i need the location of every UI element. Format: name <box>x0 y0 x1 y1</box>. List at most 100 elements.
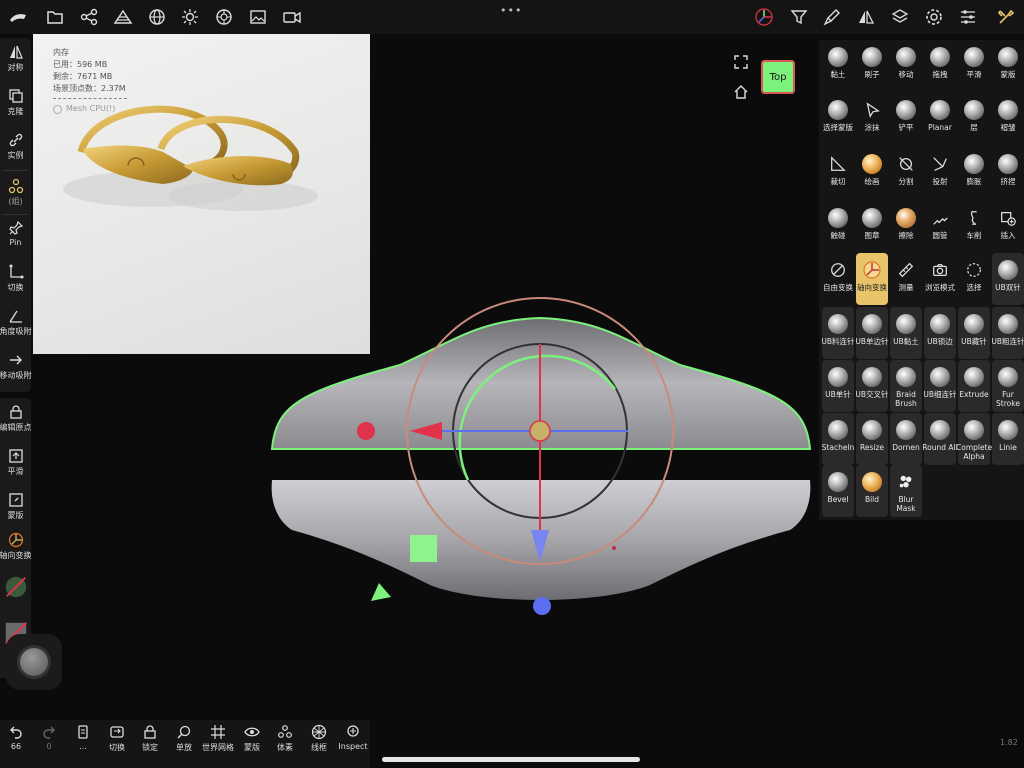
home-view-icon[interactable] <box>733 84 749 100</box>
brush-row6-4[interactable]: UB藏针 <box>958 307 990 359</box>
brush-row5-4[interactable]: 选择 <box>958 253 990 305</box>
brush-row1-3[interactable]: 拖拽 <box>924 40 956 92</box>
angle-snap-tool[interactable]: 角度吸附 <box>0 308 32 337</box>
brush-row8-4[interactable]: Complete Alpha <box>956 413 992 465</box>
gizmo-scale-handle[interactable] <box>371 583 391 601</box>
brush-row5-3[interactable]: 浏览模式 <box>924 253 956 305</box>
brush-row2-0[interactable]: 选择蒙版 <box>822 93 854 145</box>
eye-icon <box>244 727 260 737</box>
inspect-button[interactable]: Inspect <box>337 724 369 751</box>
joystick[interactable] <box>6 634 62 690</box>
clone-tool[interactable]: 克隆 <box>0 88 31 117</box>
home-indicator[interactable] <box>382 757 640 762</box>
brush-row9-2[interactable]: Blur Mask <box>890 465 922 517</box>
brush-row3-2[interactable]: 分割 <box>890 147 922 199</box>
mask-tool[interactable]: 蒙版 <box>0 492 31 521</box>
brush-row4-0[interactable]: 触碰 <box>822 201 854 253</box>
brush-row5-5[interactable]: UB双针 <box>992 253 1024 305</box>
brush-sphere-icon <box>862 208 882 228</box>
brush-row7-0[interactable]: UB单针 <box>822 360 854 412</box>
brush-row6-3[interactable]: UB锁边 <box>924 307 956 359</box>
move-snap-tool[interactable]: 移动吸附 <box>0 352 32 381</box>
gizmo-center[interactable] <box>529 420 551 442</box>
gizmo-handle-red[interactable] <box>357 422 375 440</box>
brush-row4-1[interactable]: 图章 <box>856 201 888 253</box>
brush-row2-4[interactable]: 层 <box>958 93 990 145</box>
switch-button[interactable]: 切换 <box>101 724 133 753</box>
brush-row9-1[interactable]: Bild <box>856 465 888 517</box>
brush-row4-2[interactable]: 擦除 <box>890 201 922 253</box>
brush-row6-2[interactable]: UB黏土 <box>890 307 922 359</box>
brush-sphere-icon <box>998 314 1018 334</box>
brush-row3-3[interactable]: 投射 <box>924 147 956 199</box>
brush-row8-2[interactable]: Dornen <box>890 413 922 465</box>
instance-tool[interactable]: 实例 <box>0 132 31 161</box>
brush-row2-3[interactable]: Planar <box>924 93 956 145</box>
brush-row7-2[interactable]: Braid Brush <box>890 360 922 412</box>
brush-row5-2[interactable]: 测量 <box>890 253 922 305</box>
scene-menu-button[interactable]: ... <box>67 724 99 751</box>
brush-row8-3[interactable]: Round All <box>922 413 958 465</box>
bottom-toolbar: 66 0 ... 切换 锁定 单放 世界网格 蒙版 体素 线框 Inspect <box>0 720 370 768</box>
group-tool[interactable]: (组) <box>0 178 31 207</box>
brush-row4-5[interactable]: 插入 <box>992 201 1024 253</box>
brush-row3-5[interactable]: 挤捏 <box>992 147 1024 199</box>
brush-row3-1[interactable]: 绘画 <box>856 147 888 199</box>
brush-row2-1[interactable]: 涂抹 <box>856 93 888 145</box>
brush-row8-0[interactable]: Stacheln <box>822 413 854 465</box>
brush-row1-0[interactable]: 黏土 <box>822 40 854 92</box>
brush-row1-1[interactable]: 刷子 <box>856 40 888 92</box>
brush-row6-0[interactable]: UB料连针 <box>821 307 855 359</box>
brush-sphere-icon <box>964 100 984 120</box>
brush-sphere-icon <box>828 47 848 67</box>
brush-row6-1[interactable]: UB单边针 <box>855 307 889 359</box>
gizmo-plane-handle[interactable] <box>410 535 437 562</box>
world-grid-button[interactable]: 世界网格 <box>202 724 234 753</box>
brush-row3-0[interactable]: 裁切 <box>822 147 854 199</box>
brush-row9-0[interactable]: Bevel <box>822 465 854 517</box>
brush-row7-4[interactable]: Extrude <box>958 360 990 412</box>
instance-tool-label: 实例 <box>7 151 24 160</box>
wireframe-button[interactable]: 线框 <box>303 724 335 753</box>
color-swatch-primary[interactable] <box>0 574 31 600</box>
brush-row3-4[interactable]: 膨胀 <box>958 147 990 199</box>
brush-row1-5[interactable]: 蒙版 <box>992 40 1024 92</box>
brush-label: Linie <box>999 443 1017 452</box>
brush-row4-3[interactable]: 圆管 <box>924 201 956 253</box>
view-cube[interactable]: Top <box>761 60 795 94</box>
voxel-button[interactable]: 体素 <box>269 724 301 753</box>
symmetry-tool[interactable]: 对称 <box>0 44 31 73</box>
pin-tool[interactable]: Pin <box>0 220 31 247</box>
brush-row5-0[interactable]: 自由变换 <box>822 253 854 305</box>
mask-view-button[interactable]: 蒙版 <box>236 724 268 753</box>
toggle-tool[interactable]: 切换 <box>0 264 31 293</box>
brush-row7-1[interactable]: UB交叉针 <box>855 360 889 412</box>
mesh-cpu-toggle[interactable]: Mesh CPU(!) <box>53 103 127 115</box>
brush-row2-5[interactable]: 褶皱 <box>992 93 1024 145</box>
brush-row2-2[interactable]: 铲平 <box>890 93 922 145</box>
fullscreen-icon[interactable] <box>733 54 749 70</box>
gizmo-handle-blue[interactable] <box>533 597 551 615</box>
redo-button[interactable]: 0 <box>33 724 65 751</box>
mesh-cpu-checkbox[interactable] <box>53 104 62 114</box>
solo-button[interactable]: 单放 <box>168 724 200 753</box>
brush-row7-5[interactable]: Fur Stroke <box>992 360 1024 412</box>
brush-sphere-icon <box>964 420 984 440</box>
brush-row6-5[interactable]: UB粗连针 <box>991 307 1024 359</box>
axial-transform-tool[interactable]: 轴向变换 <box>0 532 32 561</box>
lock-button[interactable]: 锁定 <box>134 724 166 753</box>
edit-origin-tool[interactable]: 编辑原点 <box>0 404 32 433</box>
brush-row7-3[interactable]: UB细连针 <box>923 360 957 412</box>
undo-button[interactable]: 66 <box>0 724 32 751</box>
brush-row1-4[interactable]: 平滑 <box>958 40 990 92</box>
brush-row8-5[interactable]: Linie <box>992 413 1024 465</box>
brush-row8-1[interactable]: Resize <box>856 413 888 465</box>
lock-icon <box>144 725 156 739</box>
brush-row4-4[interactable]: 车削 <box>958 201 990 253</box>
brush-row1-2[interactable]: 移动 <box>890 40 922 92</box>
lathe-icon <box>964 208 984 228</box>
brush-row5-1[interactable]: 轴向变换 <box>856 253 888 305</box>
joystick-knob[interactable] <box>20 648 48 676</box>
smooth-tool[interactable]: 平滑 <box>0 448 31 477</box>
mask-icon <box>8 493 23 507</box>
